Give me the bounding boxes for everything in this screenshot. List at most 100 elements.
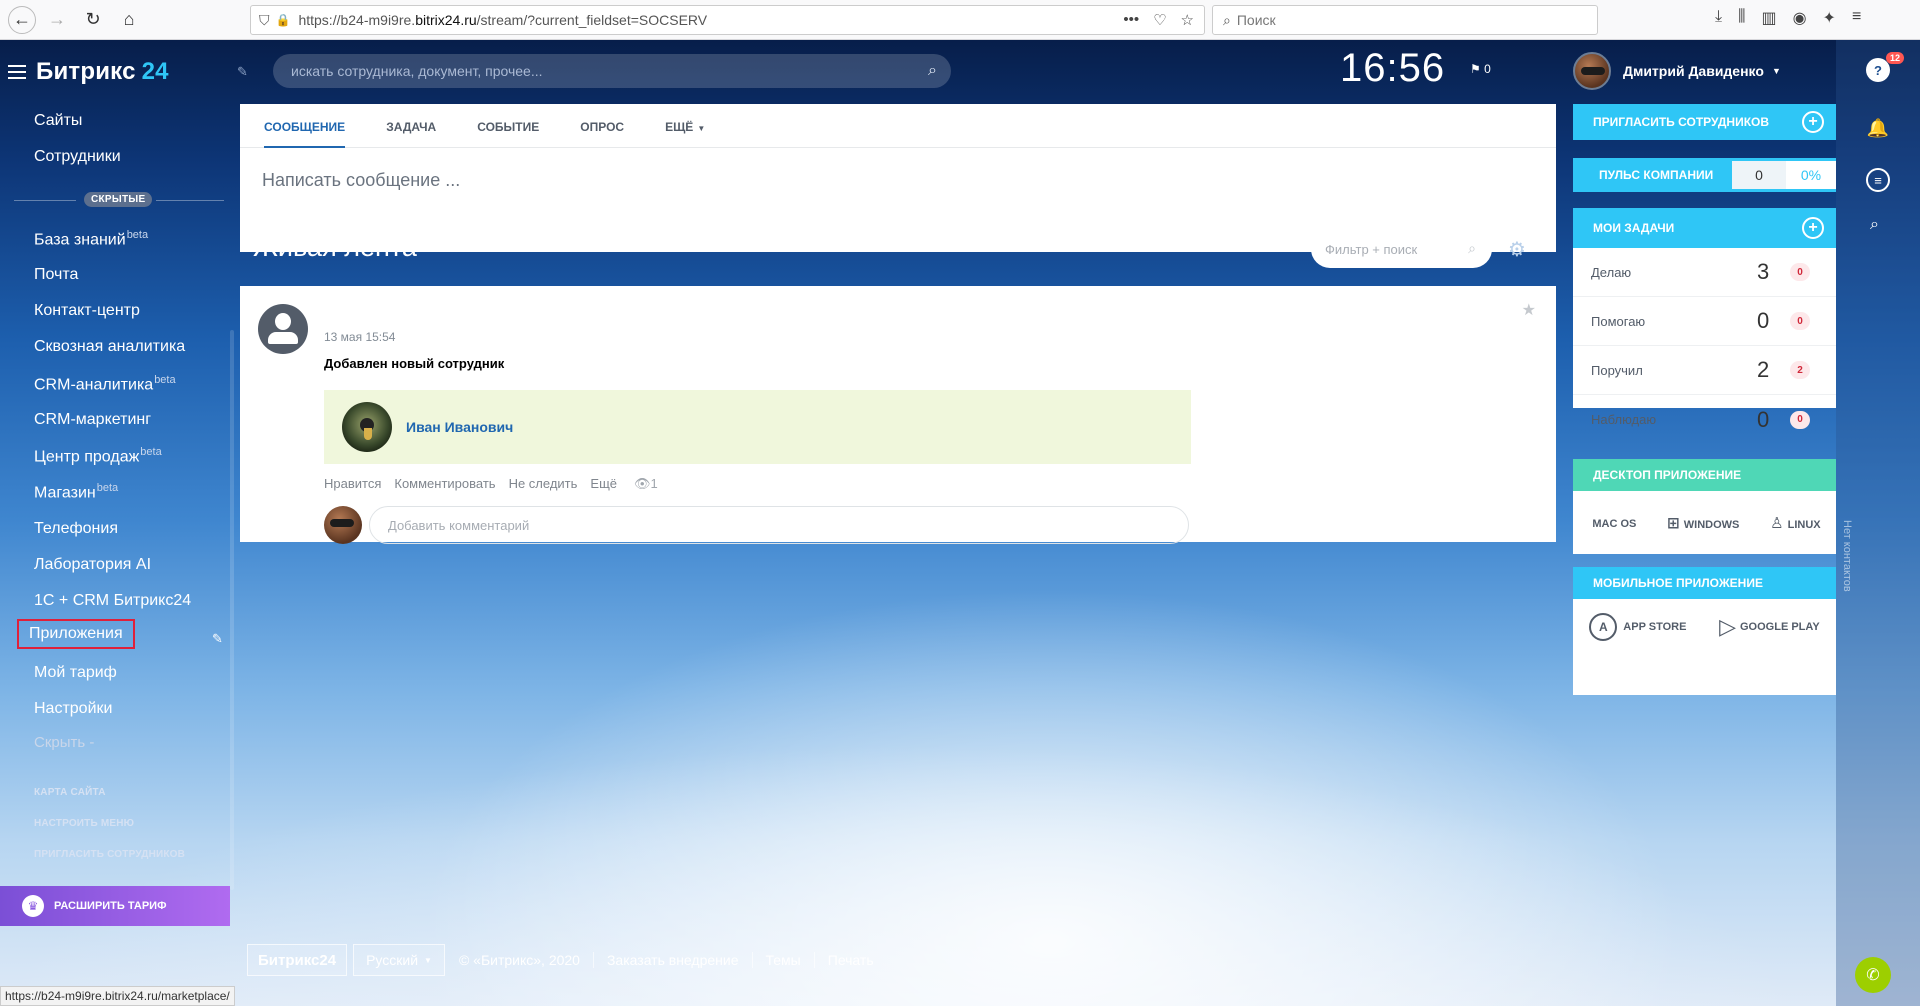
more-icon[interactable]: ••• [1123,11,1139,29]
order-implementation-link[interactable]: Заказать внедрение [607,952,739,968]
task-row-doing[interactable]: Делаю 3 0 [1573,248,1836,297]
language-select[interactable]: Русский ▼ [353,944,445,976]
invite-employees-button[interactable]: ПРИГЛАСИТЬ СОТРУДНИКОВ + [1573,104,1836,140]
comment-input[interactable]: Добавить комментарий [369,506,1189,544]
account-icon[interactable]: ◉ [1793,8,1807,28]
task-row-helping[interactable]: Помогаю 0 0 [1573,297,1836,346]
burger-menu-icon[interactable] [8,65,26,79]
flag-counter[interactable]: ⚑ 0 [1470,62,1491,76]
sidebar-icon[interactable]: ▥ [1761,8,1776,28]
sidebar-item-telephony[interactable]: Телефония [34,520,118,538]
task-row-assigned[interactable]: Поручил 2 2 [1573,346,1836,395]
message-input[interactable]: Написать сообщение ... [240,148,1556,191]
invite-employees-link[interactable]: ПРИГЛАСИТЬ СОТРУДНИКОВ [34,849,185,860]
author-avatar[interactable] [258,304,308,354]
forward-icon[interactable]: → [42,5,72,35]
global-search-placeholder: искать сотрудника, документ, прочее... [291,63,543,79]
star-icon[interactable]: ★ [1522,300,1536,320]
tab-task[interactable]: ЗАДАЧА [386,104,436,147]
sidebar-item-my-plan[interactable]: Мой тариф [34,664,117,682]
edit-pencil-icon[interactable]: ✎ [212,631,223,647]
left-sidebar: Битрикс 24 ✎ Сайты Сотрудники СКРЫТЫЕ Баз… [0,40,248,1006]
footer-logo[interactable]: Битрикс24 [247,944,348,976]
bookmark-star-icon[interactable]: ☆ [1181,11,1194,29]
company-pulse[interactable]: ПУЛЬС КОМПАНИИ 0 0% [1573,158,1836,192]
sidebar-item-knowledge[interactable]: База знанийbeta [34,229,148,249]
help-badge: 12 [1886,52,1905,64]
more-button[interactable]: Ещё [590,476,617,492]
post-date[interactable]: 13 мая 15:54 [324,330,395,344]
pulse-percent: 0% [1786,161,1836,189]
new-user-link[interactable]: Иван Иванович [406,419,513,435]
sidebar-item-mail[interactable]: Почта [34,266,78,284]
url-prefix: https://b24-m9i9re. [298,12,416,28]
google-play-link[interactable]: ▷ GOOGLE PLAY [1719,614,1820,640]
gear-icon[interactable]: ⚙ [1508,237,1526,262]
shield-icon: ⛉ [259,11,270,28]
user-avatar[interactable] [342,402,392,452]
tab-event[interactable]: СОБЫТИЕ [477,104,539,147]
phone-icon[interactable]: ✆ [1855,957,1891,993]
add-task-icon[interactable]: + [1802,217,1824,239]
hidden-badge[interactable]: СКРЫТЫЕ [84,192,153,207]
sidebar-item-sites[interactable]: Сайты [34,112,82,130]
bell-icon[interactable]: 🔔 [1866,116,1890,140]
filter-search-input[interactable]: Фильтр + поиск ⌕ [1311,230,1492,268]
linux-link[interactable]: ♙ LINUX [1770,514,1820,532]
back-icon[interactable]: ← [8,5,36,34]
desktop-app-panel: ДЕСКТОП ПРИЛОЖЕНИЕ MAC OS ⊞ WINDOWS ♙ LINU… [1573,459,1836,554]
tab-poll[interactable]: ОПРОС [580,104,624,147]
sidebar-item-contact-center[interactable]: Контакт-центр [34,302,140,320]
tab-more[interactable]: ЕЩЁ ▼ [665,104,705,147]
views-counter[interactable]: 👁1 [634,476,658,492]
counter-badge: 2 [1790,361,1810,379]
home-icon[interactable]: ⌂ [114,5,144,35]
like-button[interactable]: Нравится [324,476,381,492]
sidebar-item-crm-marketing[interactable]: CRM-маркетинг [34,411,151,429]
user-menu[interactable]: Дмитрий Давиденко ▼ [1573,52,1781,90]
pocket-icon[interactable]: ♡ [1153,11,1166,29]
search-icon[interactable]: ⌕ [928,62,937,80]
pencil-icon[interactable]: ✎ [237,64,248,80]
tab-message[interactable]: СООБЩЕНИЕ [264,104,346,148]
logo[interactable]: Битрикс 24 [8,58,169,86]
macos-link[interactable]: MAC OS [1588,514,1636,531]
sidebar-item-employees[interactable]: Сотрудники [34,148,121,166]
sidebar-item-sales-center[interactable]: Центр продажbeta [34,446,162,466]
site-map-link[interactable]: КАРТА САЙТА [34,787,106,798]
sidebar-scrollbar[interactable] [230,330,234,890]
configure-menu-link[interactable]: НАСТРОИТЬ МЕНЮ [34,818,134,829]
sidebar-item-shop[interactable]: Магазинbeta [34,482,118,502]
print-link[interactable]: Печать [828,952,874,968]
upgrade-plan-button[interactable]: ♛ РАСШИРИТЬ ТАРИФ [0,886,230,926]
sidebar-item-applications[interactable]: Приложения [17,619,135,649]
app-store-link[interactable]: A APP STORE [1589,613,1686,641]
desktop-title: ДЕСКТОП ПРИЛОЖЕНИЕ [1573,459,1836,491]
sidebar-item-crm-analytics[interactable]: CRM-аналитикаbeta [34,374,176,394]
windows-link[interactable]: ⊞ WINDOWS [1667,514,1739,532]
sidebar-item-ai-lab[interactable]: Лаборатория AI [34,556,151,574]
sidebar-item-settings[interactable]: Настройки [34,700,112,718]
library-icon[interactable]: ⫼ [1738,8,1745,28]
extension-icon[interactable]: ✦ [1823,8,1836,28]
themes-link[interactable]: Темы [766,952,801,968]
tasks-header[interactable]: МОИ ЗАДАЧИ + [1573,208,1836,248]
clock[interactable]: 16:56 [1340,46,1445,91]
download-icon[interactable]: ⤓ [1715,8,1722,28]
chat-icon[interactable]: ≡ [1866,168,1890,192]
browser-search-input[interactable]: ⌕ Поиск [1212,5,1598,35]
reload-icon[interactable]: ↻ [78,5,108,35]
sidebar-item-1c-crm[interactable]: 1С + CRM Битрикс24 [34,592,191,610]
invite-label: ПРИГЛАСИТЬ СОТРУДНИКОВ [1593,115,1770,129]
upgrade-label: РАСШИРИТЬ ТАРИФ [54,900,167,912]
comment-button[interactable]: Комментировать [394,476,495,492]
address-bar[interactable]: ⛉ 🔒 https://b24-m9i9re. bitrix24.ru/strea… [250,5,1205,35]
sidebar-item-analytics[interactable]: Сквозная аналитика [34,338,185,356]
global-search-input[interactable]: искать сотрудника, документ, прочее... ⌕ [273,54,951,88]
sidebar-item-hide[interactable]: Скрыть - [34,734,94,751]
windows-icon: ⊞ [1667,514,1680,532]
menu-icon[interactable]: ≡ [1852,8,1861,28]
unfollow-button[interactable]: Не следить [509,476,578,492]
task-row-watching[interactable]: Наблюдаю 0 0 [1573,395,1836,444]
search-icon[interactable]: ⌕ [1870,216,1879,234]
